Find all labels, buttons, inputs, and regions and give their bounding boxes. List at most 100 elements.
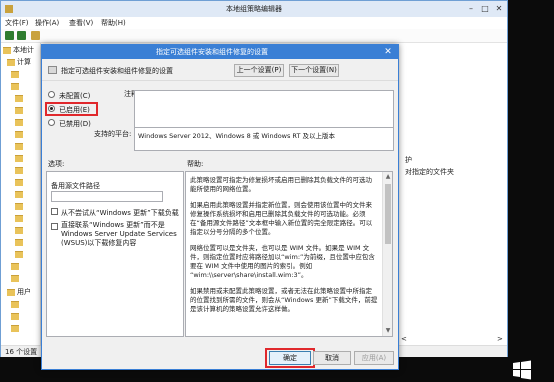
tree-item-folder[interactable] bbox=[15, 117, 25, 127]
tree-item-folder[interactable] bbox=[15, 189, 25, 199]
folder-icon bbox=[15, 142, 23, 150]
folder-icon bbox=[15, 178, 23, 186]
tree-item-user[interactable]: 用户 bbox=[7, 287, 31, 297]
folder-icon bbox=[11, 324, 19, 332]
tree-item-folder[interactable] bbox=[15, 93, 25, 103]
not-configured-label: 未配置(C) bbox=[59, 92, 91, 100]
options-label: 选项: bbox=[48, 160, 65, 168]
tree-item-folder[interactable] bbox=[15, 105, 25, 115]
help-text: 此策略设置可指定为修复损坏或启用已删除其负载文件的可选功能所使用的网络位置。 如… bbox=[186, 172, 382, 336]
supported-value: Windows Server 2012、Windows 8 或 Windows … bbox=[138, 132, 336, 140]
folder-icon bbox=[11, 274, 19, 282]
ok-highlight bbox=[265, 348, 315, 368]
toolbar bbox=[1, 29, 507, 43]
minimize-icon[interactable]: – bbox=[465, 3, 477, 14]
tree-item-folder[interactable] bbox=[15, 165, 25, 175]
scroll-left-icon[interactable]: < bbox=[401, 335, 407, 343]
supported-field: Windows Server 2012、Windows 8 或 Windows … bbox=[134, 127, 394, 151]
folder-icon bbox=[7, 288, 15, 296]
tree-item-folder[interactable] bbox=[11, 299, 21, 309]
list-item[interactable]: 对指定的文件夹 bbox=[405, 167, 454, 177]
tree-item-folder[interactable] bbox=[15, 201, 25, 211]
folder-icon bbox=[15, 106, 23, 114]
previous-setting-button[interactable]: 上一个设置(P) bbox=[234, 64, 284, 77]
tree-item-folder[interactable] bbox=[11, 311, 21, 321]
folder-icon bbox=[11, 312, 19, 320]
help-scrollbar[interactable]: ▲ ▼ bbox=[382, 172, 392, 336]
folder-icon bbox=[15, 202, 23, 210]
folder-icon bbox=[11, 82, 19, 90]
status-text: 16 个设置 bbox=[5, 348, 38, 356]
setting-icon bbox=[48, 66, 57, 74]
disabled-radio[interactable] bbox=[48, 119, 55, 126]
tree-item-folder[interactable] bbox=[15, 225, 25, 235]
close-icon[interactable]: ✕ bbox=[381, 46, 395, 58]
menu-view[interactable]: 查看(V) bbox=[69, 18, 93, 28]
never-wu-checkbox[interactable] bbox=[51, 208, 58, 215]
tree-item-folder[interactable] bbox=[15, 213, 25, 223]
scroll-down-icon[interactable]: ▼ bbox=[383, 326, 393, 336]
menu-help[interactable]: 帮助(H) bbox=[101, 18, 126, 28]
settings-list-pane: 护 对指定的文件夹 < > bbox=[399, 43, 507, 345]
menu-file[interactable]: 文件(F) bbox=[5, 18, 29, 28]
dialog-header: 指定可选组件安装和组件修复的设置 上一个设置(P) 下一个设置(N) bbox=[42, 59, 398, 81]
setting-name: 指定可选组件安装和组件修复的设置 bbox=[61, 67, 173, 75]
tree-item-folder[interactable] bbox=[15, 249, 25, 259]
tree-item-folder[interactable] bbox=[11, 273, 21, 283]
help-paragraph: 如果启用此策略设置并指定新位置，则会使用该位置中的文件来修复操作系统损坏和启用已… bbox=[190, 201, 373, 236]
cancel-button[interactable]: 取消 bbox=[313, 351, 351, 365]
windows-logo-icon bbox=[513, 360, 531, 380]
scroll-thumb[interactable] bbox=[385, 184, 391, 244]
help-pane: 此策略设置可指定为修复损坏或启用已删除其负载文件的可选功能所使用的网络位置。 如… bbox=[185, 171, 393, 337]
contact-wu-checkbox[interactable] bbox=[51, 223, 58, 230]
never-wu-label: 从不尝试从“Windows 更新”下载负载 bbox=[61, 209, 179, 217]
alt-path-label: 备用源文件路径 bbox=[51, 182, 100, 190]
folder-icon[interactable] bbox=[31, 31, 40, 40]
gpedit-title: 本地组策略编辑器 bbox=[226, 5, 282, 13]
menu-bar: 文件(F) 操作(A) 查看(V) 帮助(H) bbox=[1, 17, 507, 29]
folder-icon bbox=[3, 46, 11, 54]
tree-item-computer[interactable]: 计算 bbox=[7, 57, 31, 67]
close-icon[interactable]: ✕ bbox=[493, 3, 505, 14]
tree-item-folder[interactable] bbox=[15, 129, 25, 139]
help-paragraph: 网络位置可以是文件夹，也可以是 WIM 文件。如果是 WIM 文件，则指定位置时… bbox=[190, 244, 375, 279]
next-setting-button[interactable]: 下一个设置(N) bbox=[289, 64, 339, 77]
tree-item-folder[interactable] bbox=[11, 81, 21, 91]
tree-item-folder[interactable] bbox=[15, 141, 25, 151]
folder-icon bbox=[15, 238, 23, 246]
maximize-icon[interactable]: □ bbox=[479, 3, 491, 14]
contact-wu-label: 直接联系“Windows 更新”而不是 Windows Server Updat… bbox=[61, 221, 177, 247]
tree-item-folder[interactable] bbox=[11, 323, 21, 333]
tree-item-local[interactable]: 本地计 bbox=[3, 45, 34, 55]
tree-item-folder[interactable] bbox=[11, 261, 21, 271]
not-configured-radio[interactable] bbox=[48, 91, 55, 98]
tree-item-folder[interactable] bbox=[15, 177, 25, 187]
folder-icon bbox=[11, 70, 19, 78]
scroll-right-icon[interactable]: > bbox=[497, 335, 503, 343]
folder-icon bbox=[15, 130, 23, 138]
dialog-titlebar: 指定可选组件安装和组件修复的设置 ✕ bbox=[42, 45, 398, 59]
alt-path-input[interactable] bbox=[51, 191, 163, 202]
comment-field[interactable] bbox=[134, 90, 394, 131]
folder-icon bbox=[15, 154, 23, 162]
folder-icon bbox=[15, 166, 23, 174]
tree-item-folder[interactable] bbox=[11, 69, 21, 79]
help-paragraph: 如果禁用或未配置此策略设置，或者无法在此策略设置中所指定的位置找到所需的文件，则… bbox=[190, 287, 378, 313]
tree-item-folder[interactable] bbox=[15, 153, 25, 163]
tree-item-folder[interactable] bbox=[15, 237, 25, 247]
apply-button[interactable]: 应用(A) bbox=[354, 351, 394, 365]
folder-icon bbox=[7, 58, 15, 66]
menu-action[interactable]: 操作(A) bbox=[35, 18, 59, 28]
folder-icon bbox=[15, 94, 23, 102]
folder-icon bbox=[15, 214, 23, 222]
folder-icon bbox=[15, 226, 23, 234]
supported-label: 支持的平台: bbox=[94, 130, 132, 138]
help-label: 帮助: bbox=[187, 160, 204, 168]
back-icon[interactable] bbox=[5, 31, 14, 40]
options-pane: 备用源文件路径 从不尝试从“Windows 更新”下载负载 直接联系“Windo… bbox=[46, 171, 184, 337]
scroll-up-icon[interactable]: ▲ bbox=[383, 172, 393, 182]
folder-icon bbox=[11, 300, 19, 308]
forward-icon[interactable] bbox=[17, 31, 26, 40]
disabled-label: 已禁用(D) bbox=[59, 120, 91, 128]
list-item[interactable]: 护 bbox=[405, 155, 412, 165]
